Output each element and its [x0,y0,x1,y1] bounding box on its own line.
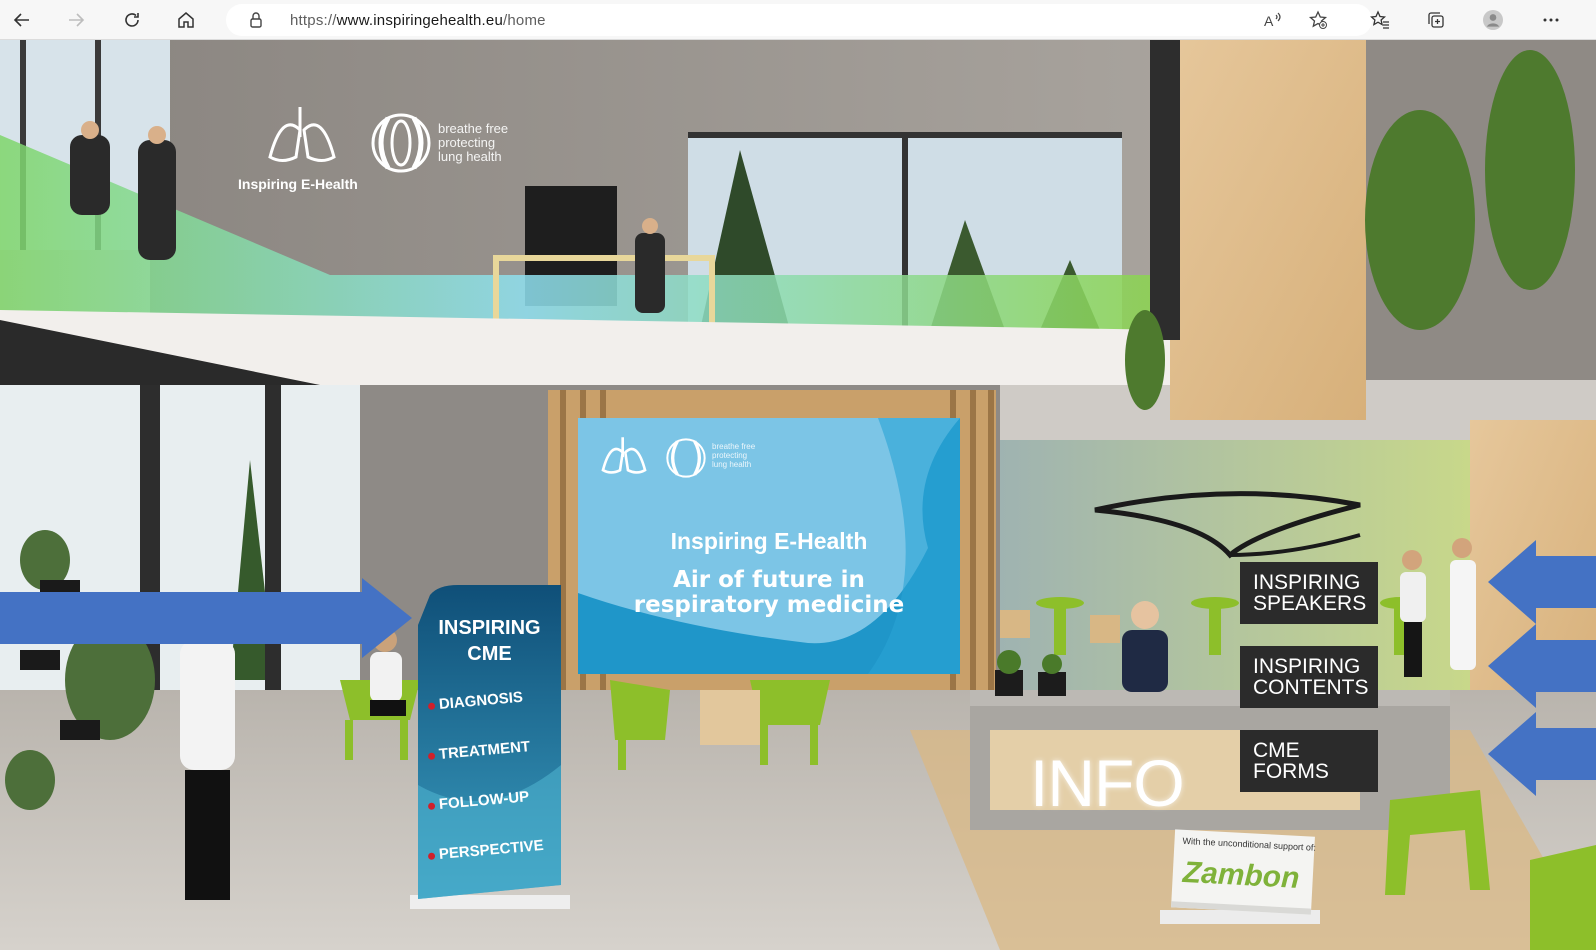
info-desk-label[interactable]: INFO [1030,745,1185,821]
tagline: breathe free protecting lung health [438,121,509,164]
sponsor-logo: Zambon [1182,855,1301,895]
bullet-dot [427,751,436,760]
svg-text:A: A [1264,13,1274,29]
virtual-lobby-scene: Inspiring E-Health breathe free protecti… [0,40,1596,950]
url-scheme: https:// [290,12,337,29]
logo-caption: Inspiring E-Health [238,176,358,192]
screen-lungs-icon [596,434,652,484]
cme-forms-sign[interactable]: CME FORMS [1240,730,1378,792]
forward-arrow-icon[interactable] [60,4,92,36]
browser-toolbar: https://www.inspiringehealth.eu/home A [0,0,1596,40]
arrow-right-icon [0,578,412,658]
collections-icon[interactable] [1420,4,1452,36]
screen-subtitle: Air of future in respiratory medicine [633,567,905,618]
screen-breathe-logo-icon [664,436,708,484]
sponsor-caption: With the unconditional support of: [1182,835,1317,853]
refresh-icon[interactable] [116,4,148,36]
inspiring-cme-totem[interactable]: INSPIRING CME DIAGNOSIS TREATMENT FOLLOW… [418,585,561,899]
back-arrow-icon[interactable] [6,4,38,36]
add-favorite-icon[interactable] [1302,4,1334,36]
main-screen[interactable]: breathe free protecting lung health Insp… [578,418,960,674]
address-bar[interactable]: https://www.inspiringehealth.eu/home A [226,4,1372,36]
breathe-free-logo-icon [368,110,434,176]
profile-icon[interactable] [1477,4,1509,36]
url-host: www.inspiringehealth.eu [336,12,503,29]
lock-icon[interactable] [240,4,272,36]
url-path: /home [503,12,546,29]
url-text[interactable]: https://www.inspiringehealth.eu/home [290,12,546,29]
arrow-left-icon [1488,540,1596,624]
home-icon[interactable] [170,4,202,36]
totem-title: INSPIRING CME [438,617,541,665]
more-icon[interactable] [1535,4,1567,36]
screen-title: Inspiring E-Health [670,528,868,554]
inspiring-contents-sign[interactable]: INSPIRING CONTENTS [1240,646,1378,708]
screen-tagline: breathe free protecting lung health [712,442,756,469]
inspiring-speakers-sign[interactable]: INSPIRING SPEAKERS [1240,562,1378,624]
arrow-left-icon [1488,712,1596,796]
lungs-logo-icon [262,102,342,172]
sponsor-sign: With the unconditional support of: Zambo… [1171,829,1317,915]
favorites-icon[interactable] [1364,4,1396,36]
bullet-dot [427,701,436,710]
read-aloud-icon[interactable]: A [1256,4,1288,36]
arrow-left-icon [1488,624,1596,708]
bullet-dot [427,801,436,810]
bullet-dot [427,851,436,860]
